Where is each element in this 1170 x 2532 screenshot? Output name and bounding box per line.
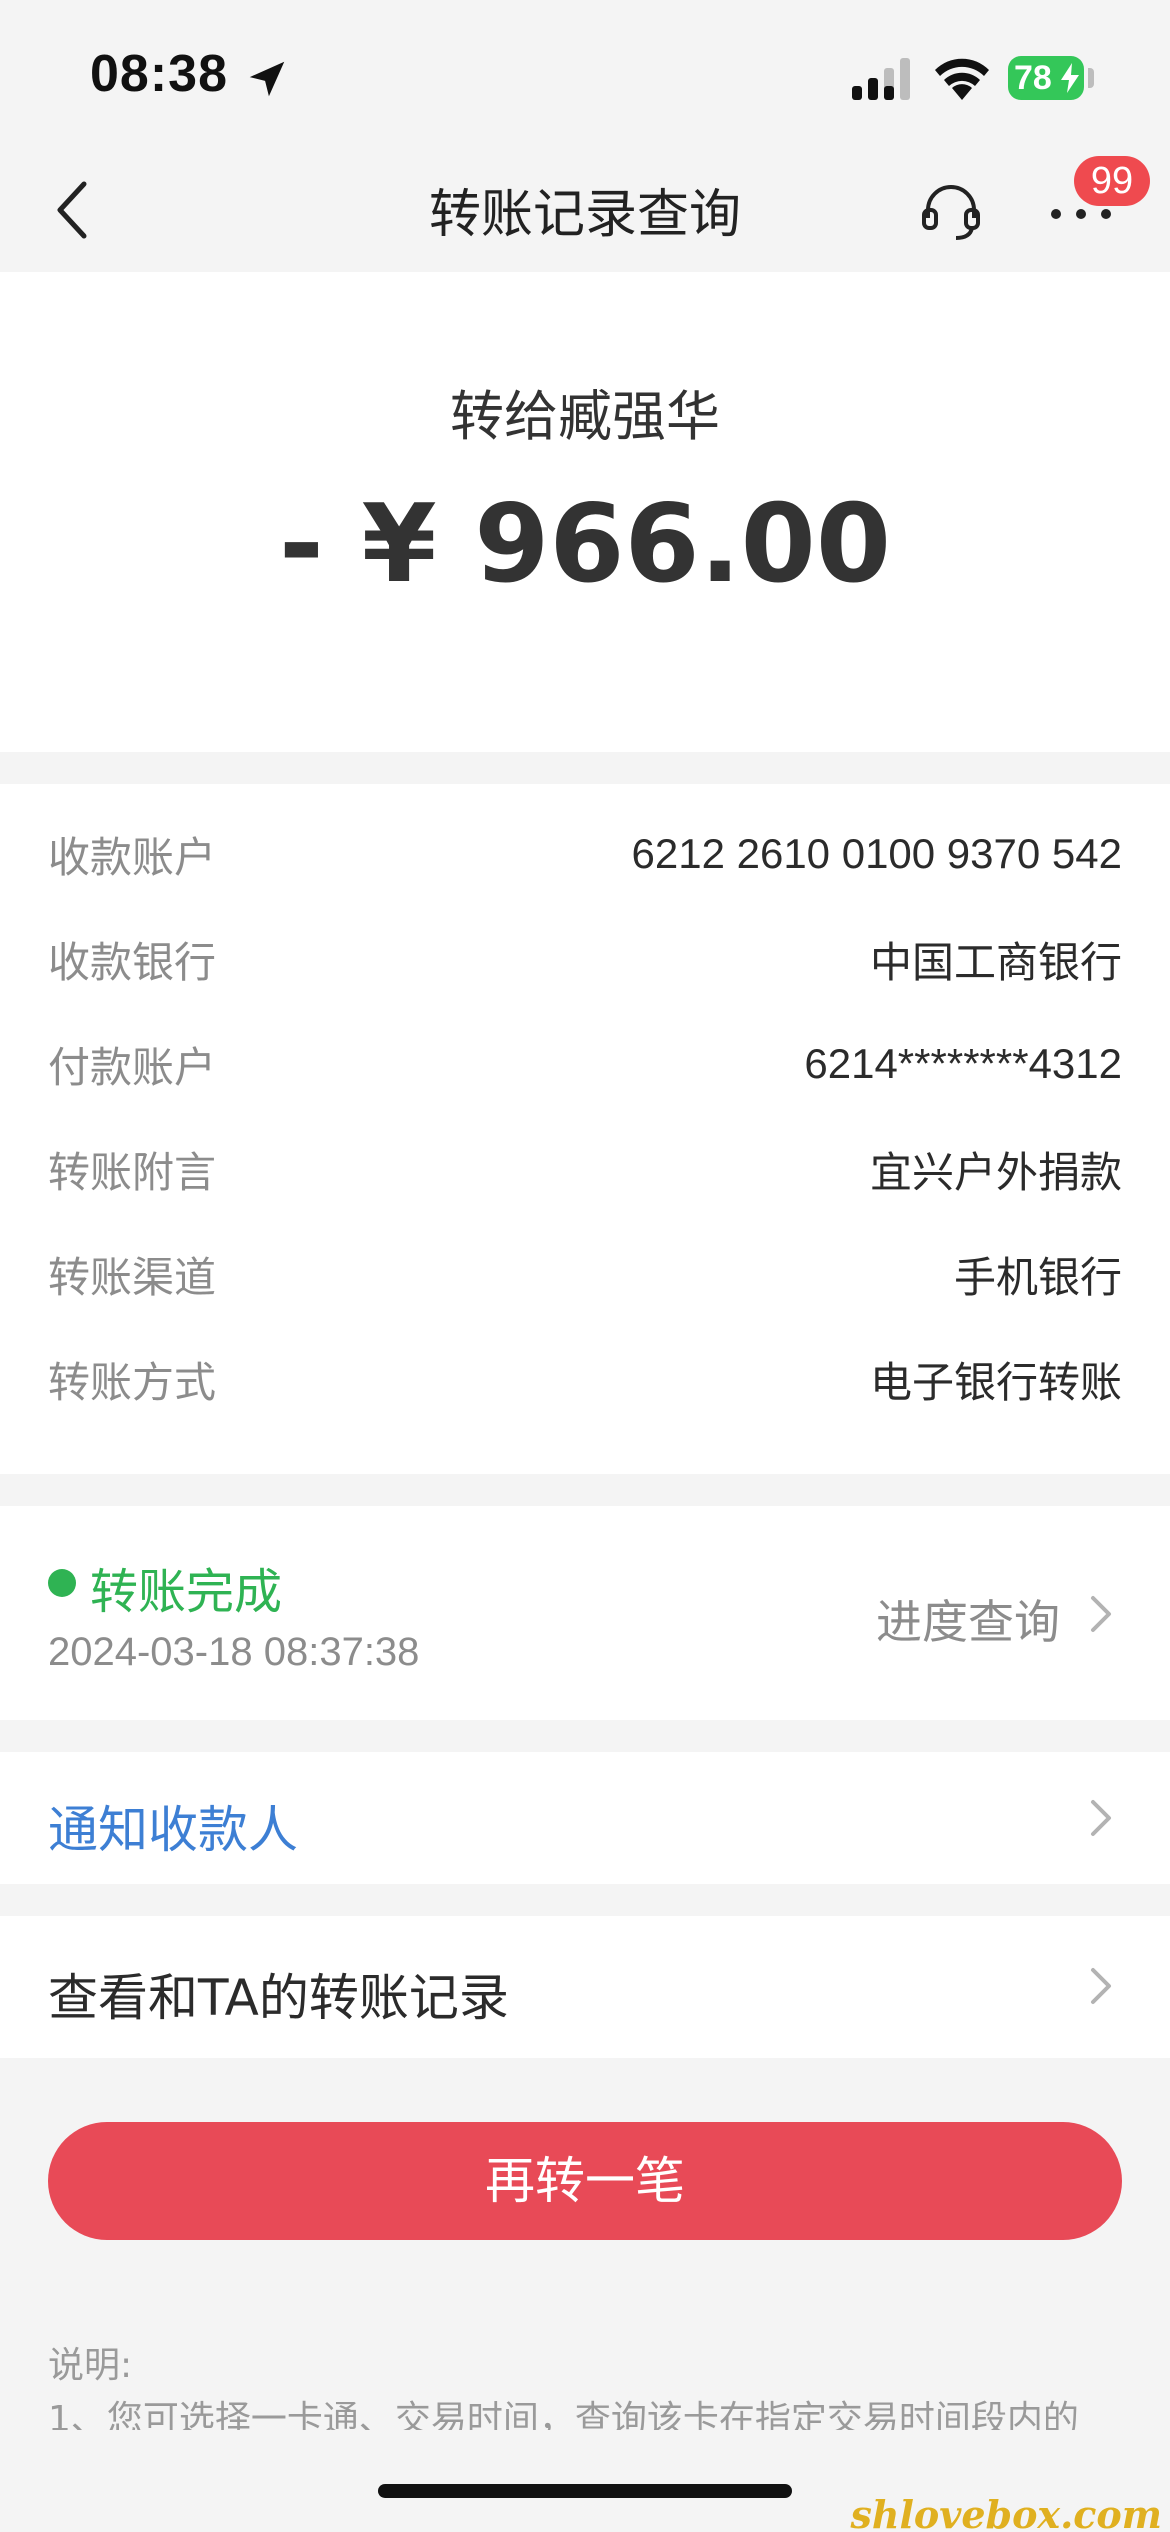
- progress-query-link[interactable]: 进度查询: [876, 1586, 1060, 1652]
- transfer-history-row[interactable]: 查看和TA的转账记录: [0, 1916, 1170, 2058]
- notify-payee-row[interactable]: 通知收款人: [0, 1752, 1170, 1884]
- notify-payee-label: 通知收款人: [48, 1801, 298, 1859]
- detail-value: 电子银行转账: [869, 1358, 1122, 1406]
- status-bar: 08:38 78: [0, 0, 1170, 150]
- detail-value: 6212 2610 0100 9370 542: [631, 830, 1123, 877]
- cellular-signal-icon: [852, 58, 910, 100]
- chevron-right-icon: [1091, 1800, 1111, 1836]
- transfer-summary-card: 转给臧强华 - ¥ 966.00: [0, 272, 1170, 752]
- detail-row-payee-account: 收款账户 6212 2610 0100 9370 542: [48, 824, 1122, 884]
- transfer-again-button[interactable]: 再转一笔: [48, 2122, 1122, 2240]
- notification-badge: 99: [1074, 156, 1150, 206]
- more-menu-icon[interactable]: [1046, 204, 1116, 224]
- notes-title: 说明:: [48, 2345, 133, 2386]
- chevron-right-icon: [1091, 1596, 1111, 1632]
- detail-value: 6214********4312: [804, 1040, 1122, 1087]
- chevron-right-icon: [1091, 1968, 1111, 2004]
- page-title: 转账记录查询: [428, 185, 741, 245]
- home-indicator[interactable]: [378, 2484, 792, 2498]
- detail-row-channel: 转账渠道 手机银行: [48, 1244, 1122, 1304]
- detail-value: 中国工商银行: [869, 938, 1122, 986]
- battery-level: 78: [1014, 59, 1052, 97]
- detail-value: 宜兴户外捐款: [869, 1148, 1122, 1196]
- battery-cap: [1088, 68, 1094, 88]
- detail-value: 手机银行: [953, 1253, 1122, 1301]
- detail-row-payee-bank: 收款银行 中国工商银行: [48, 929, 1122, 989]
- detail-label: 收款银行: [48, 937, 217, 987]
- detail-label: 转账方式: [48, 1357, 217, 1407]
- nav-bar: 转账记录查询 99: [0, 150, 1170, 270]
- transfer-amount: - ¥ 966.00: [279, 482, 891, 607]
- status-text: 转账完成: [90, 1564, 283, 1620]
- detail-label: 付款账户: [48, 1042, 217, 1092]
- customer-service-headset-icon[interactable]: [920, 180, 982, 242]
- status-timestamp: 2024-03-18 08:37:38: [48, 1630, 420, 1674]
- detail-row-payer-account: 付款账户 6214********4312: [48, 1034, 1122, 1094]
- status-time: 08:38: [90, 45, 228, 103]
- charging-bolt-icon: [1061, 63, 1079, 93]
- detail-row-method: 转账方式 电子银行转账: [48, 1349, 1122, 1409]
- notes-line-1: 1、您可选择一卡通、交易时间，查询该卡在指定交易时间段内的: [48, 2400, 1079, 2430]
- detail-label: 收款账户: [48, 832, 217, 882]
- notes-text: 1、您可选择一卡通、交易时间，查询该卡在指定交易时间段内的: [48, 2400, 1122, 2430]
- detail-label: 转账附言: [48, 1147, 217, 1197]
- detail-label: 转账渠道: [48, 1252, 217, 1302]
- transfer-details-card: 收款账户 6212 2610 0100 9370 542 收款银行 中国工商银行…: [0, 784, 1170, 1474]
- transfer-history-label: 查看和TA的转账记录: [48, 1969, 509, 2027]
- transfer-status-card[interactable]: 转账完成 2024-03-18 08:37:38 进度查询: [0, 1506, 1170, 1720]
- recipient-line: 转给臧强华: [450, 385, 720, 448]
- status-dot: [48, 1569, 76, 1597]
- location-arrow-icon: [249, 61, 285, 97]
- wifi-icon: [935, 58, 989, 100]
- battery-indicator: 78: [1008, 56, 1084, 100]
- watermark: shlovebox.com: [850, 2492, 1162, 2532]
- detail-row-remark: 转账附言 宜兴户外捐款: [48, 1139, 1122, 1199]
